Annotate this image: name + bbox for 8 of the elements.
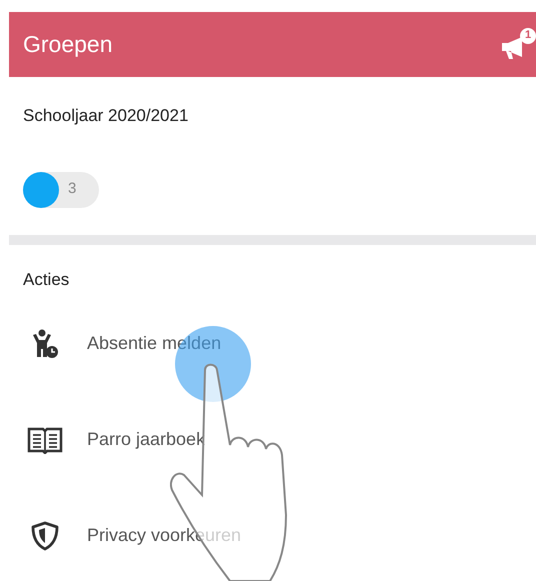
book-icon (27, 426, 63, 454)
shield-icon (31, 520, 59, 550)
page-title: Groepen (23, 30, 113, 60)
person-clock-icon (31, 328, 59, 358)
notification-badge: 1 (520, 28, 536, 44)
section-title: Acties (23, 269, 70, 291)
group-count: 3 (68, 179, 76, 200)
school-year-label: Schooljaar 2020/2021 (23, 105, 190, 127)
